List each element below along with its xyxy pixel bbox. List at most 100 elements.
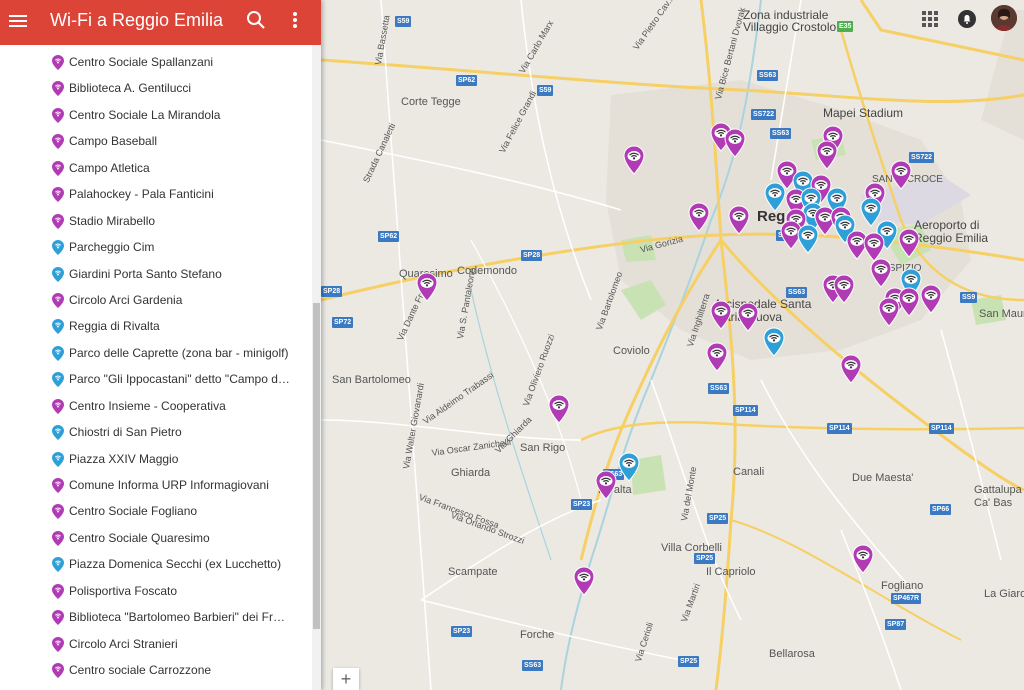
place-list-item[interactable]: Piazza XXIV Maggio (0, 446, 312, 472)
menu-icon[interactable] (9, 10, 31, 32)
place-name: Centro Sociale Spallanzani (69, 55, 214, 69)
place-name: Circolo Arci Gardenia (69, 292, 183, 307)
place-list-item[interactable]: Stadio Mirabello (0, 208, 312, 234)
road-shield: SP62 (378, 231, 400, 242)
place-list-item[interactable]: Circolo Arci Gardenia (0, 287, 312, 313)
wifi-pin-icon (52, 504, 64, 520)
place-list-item[interactable]: Centro Sociale Spallanzani (0, 49, 312, 75)
map-marker-wifi-purple[interactable] (878, 297, 900, 327)
place-list-item[interactable]: Reggia di Rivalta (0, 313, 312, 339)
apps-grid-icon[interactable] (922, 11, 938, 27)
place-list-item[interactable]: Centro Sociale La Mirandola (0, 102, 312, 128)
place-name: Centro Sociale Fogliano (69, 504, 198, 519)
place-list-item[interactable]: Parco delle Caprette (zona bar - minigol… (0, 340, 312, 366)
place-list-item[interactable]: Biblioteca A. Gentilucci (0, 75, 312, 101)
map-marker-wifi-purple[interactable] (852, 544, 874, 574)
map-label-fogliano: Fogliano (881, 580, 924, 592)
map-label-forche: Forche (520, 629, 555, 641)
map-marker-wifi-blue[interactable] (764, 182, 786, 212)
notifications-bell-icon[interactable] (957, 9, 977, 29)
place-list-item[interactable]: Biblioteca "Bartolomeo Barbieri" dei Fra… (0, 604, 312, 630)
map-marker-wifi-purple[interactable] (688, 202, 710, 232)
search-icon[interactable] (245, 9, 267, 31)
road-shield: SP25 (707, 513, 729, 524)
map-label-scampate: Scampate (448, 566, 498, 578)
map-marker-wifi-purple[interactable] (706, 342, 728, 372)
user-avatar[interactable] (991, 5, 1017, 31)
map-label-aeroporto-2: Reggio Emilia (914, 231, 989, 245)
place-list-item[interactable]: Polisportiva Foscato (0, 578, 312, 604)
road-shield: SS63 (522, 660, 544, 671)
place-name: Biblioteca A. Gentilucci (69, 81, 192, 96)
map-marker-wifi-purple[interactable] (548, 394, 570, 424)
map-label-san-bartolomeo: San Bartolomeo (332, 374, 411, 386)
road-shield: SS63 (786, 287, 808, 298)
place-list-item[interactable]: Centro sociale Carrozzone (0, 657, 312, 683)
road-shield: SP66 (930, 504, 952, 515)
map-label-san-rigo: San Rigo (520, 442, 566, 454)
map-marker-wifi-blue[interactable] (618, 452, 640, 482)
sidebar-scrollbar[interactable] (312, 45, 321, 690)
map-marker-wifi-blue[interactable] (797, 224, 819, 254)
map-marker-wifi-purple[interactable] (728, 205, 750, 235)
place-list-item[interactable]: Parco "Gli Ippocastani" detto "Campo di … (0, 366, 312, 392)
place-list-item[interactable]: Chiostri di San Pietro (0, 419, 312, 445)
map-marker-wifi-purple[interactable] (840, 354, 862, 384)
road-shield: SS9 (960, 292, 978, 303)
map-marker-wifi-purple[interactable] (623, 145, 645, 175)
place-list-item[interactable]: Palahockey - Pala Fanticini (0, 181, 312, 207)
road-shield: S59 (395, 16, 412, 27)
place-name: Piazza Domenica Secchi (ex Lucchetto) (69, 557, 282, 572)
map-label-mapei-stadium: Mapei Stadium (823, 106, 904, 120)
wifi-pin-icon (52, 160, 64, 176)
map-marker-wifi-blue[interactable] (763, 327, 785, 357)
map-label-due-maesta: Due Maesta' (852, 472, 914, 484)
map-marker-wifi-purple[interactable] (595, 470, 617, 500)
sidebar-panel: Wi-Fi a Reggio Emilia Centro Sociale Spa… (0, 0, 321, 690)
place-list-item[interactable]: Circolo Arci Stranieri (0, 631, 312, 657)
zoom-in-button[interactable]: + (333, 668, 359, 690)
map-marker-wifi-purple[interactable] (573, 566, 595, 596)
map-label-san-mauri: San Mauri (979, 308, 1024, 320)
map-marker-wifi-purple[interactable] (870, 258, 892, 288)
wifi-pin-icon (52, 610, 64, 626)
wifi-pin-icon (52, 398, 64, 414)
map-marker-wifi-purple[interactable] (724, 128, 746, 158)
place-list-item[interactable]: Centro Insieme - Cooperativa (0, 393, 312, 419)
wifi-pin-icon (52, 372, 64, 388)
place-list-item[interactable]: Piazza Domenica Secchi (ex Lucchetto) (0, 551, 312, 577)
road-shield: S59 (537, 85, 554, 96)
map-marker-wifi-purple[interactable] (710, 300, 732, 330)
map-marker-wifi-purple[interactable] (898, 228, 920, 258)
place-list: Centro Sociale Spallanzani Biblioteca A. … (0, 49, 312, 684)
wifi-pin-icon (52, 583, 64, 599)
map-label-aeroporto-1: Aeroporto di (914, 218, 980, 232)
place-list-item[interactable]: Centro Sociale Quaresimo (0, 525, 312, 551)
map-marker-wifi-purple[interactable] (890, 160, 912, 190)
wifi-pin-icon (52, 451, 64, 467)
app-header: Wi-Fi a Reggio Emilia (0, 0, 321, 45)
place-list-item[interactable]: Comune Informa URP Informagiovani (0, 472, 312, 498)
place-list-item[interactable]: Parcheggio Cim (0, 234, 312, 260)
map-marker-wifi-purple[interactable] (833, 274, 855, 304)
wifi-pin-icon (52, 55, 64, 70)
place-name: Centro sociale Carrozzone (69, 663, 212, 678)
map-marker-wifi-purple[interactable] (737, 302, 759, 332)
road-shield: SS63 (770, 128, 792, 139)
place-list-item[interactable]: Campo Atletica (0, 155, 312, 181)
map-marker-wifi-purple[interactable] (898, 287, 920, 317)
wifi-pin-icon (52, 213, 64, 229)
map-marker-wifi-purple[interactable] (416, 272, 438, 302)
place-list-item[interactable]: Campo Baseball (0, 128, 312, 154)
place-list-item[interactable]: Giardini Porta Santo Stefano (0, 261, 312, 287)
wifi-pin-icon (52, 292, 64, 308)
map-canvas[interactable]: Zona industriale Villaggio Crostolo Cort… (321, 0, 1024, 690)
place-name: Circolo Arci Stranieri (69, 636, 178, 651)
road-shield: E35 (837, 21, 854, 32)
road-shield: SP23 (571, 499, 593, 510)
place-list-item[interactable]: Centro Sociale Fogliano (0, 498, 312, 524)
map-marker-wifi-purple[interactable] (816, 140, 838, 170)
more-vert-icon[interactable] (285, 9, 305, 31)
scrollbar-thumb[interactable] (313, 303, 320, 629)
map-marker-wifi-purple[interactable] (920, 284, 942, 314)
